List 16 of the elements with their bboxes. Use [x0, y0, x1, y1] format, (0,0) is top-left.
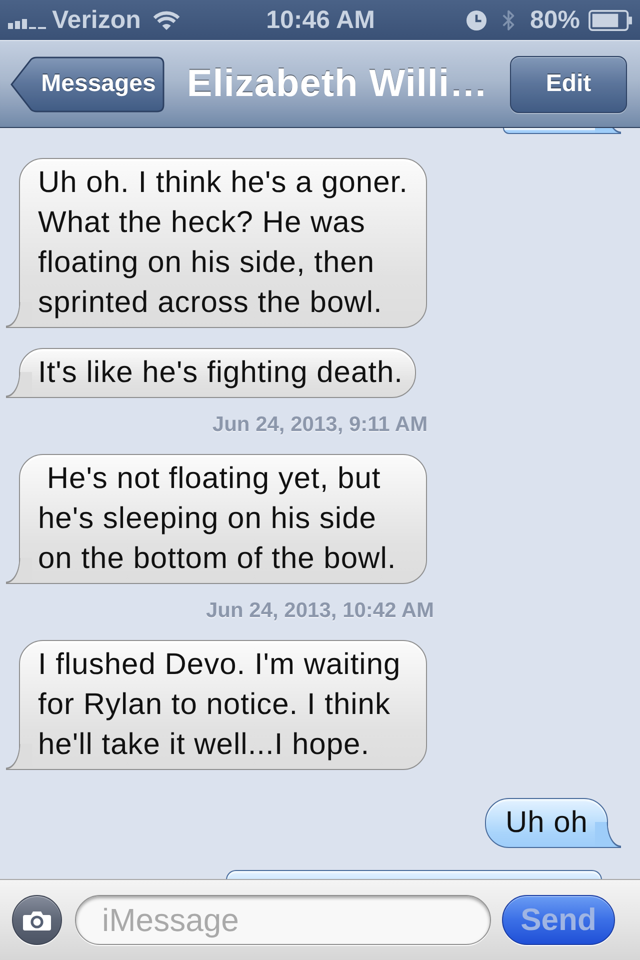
clock-icon [466, 10, 487, 30]
back-button[interactable]: Messages [10, 56, 165, 112]
wifi-icon [152, 10, 180, 30]
status-time: 10:46 AM [266, 5, 375, 35]
battery-percentage: 80% [530, 5, 580, 35]
message-timestamp: Jun 24, 2013, 10:42 AM [206, 599, 434, 623]
message-timestamp: Jun 24, 2013, 9:11 AM [212, 413, 428, 437]
message-input-field[interactable]: iMessage [75, 895, 491, 945]
bluetooth-icon [500, 8, 516, 32]
conversation-title: Elizabeth Willi… [186, 62, 490, 106]
camera-icon [23, 909, 51, 931]
carrier-name: Verizon [52, 5, 141, 35]
battery-icon [588, 10, 633, 30]
signal-strength-icon [8, 18, 46, 28]
edit-button[interactable]: Edit [510, 56, 627, 112]
camera-button[interactable] [12, 895, 62, 945]
